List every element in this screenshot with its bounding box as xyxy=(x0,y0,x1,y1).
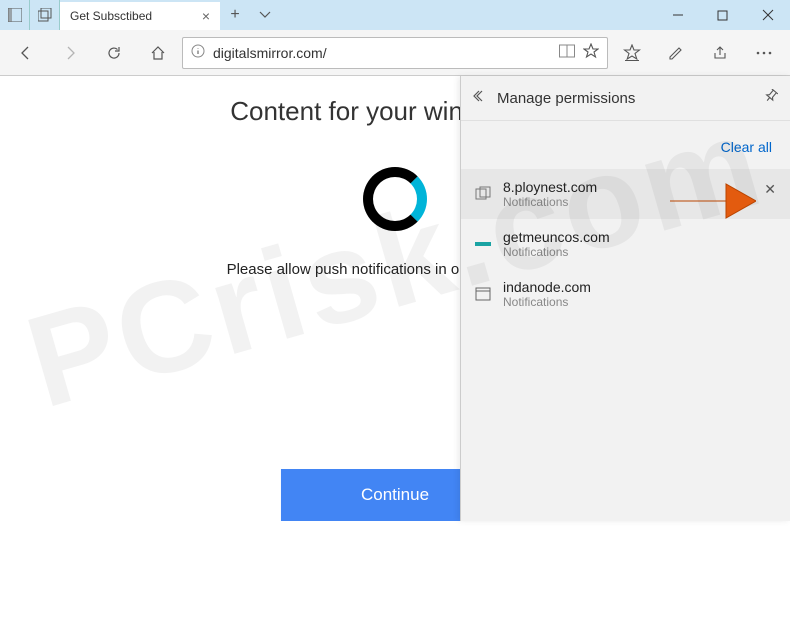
permission-sub: Notifications xyxy=(503,245,610,259)
permission-text-wrap: getmeuncos.com Notifications xyxy=(503,229,610,259)
panel-back-icon[interactable] xyxy=(473,89,487,107)
permission-text-wrap: 8.ploynest.com Notifications xyxy=(503,179,597,209)
permission-sub: Notifications xyxy=(503,195,597,209)
annotation-arrow-icon xyxy=(670,174,756,228)
favorites-icon[interactable] xyxy=(612,35,652,71)
refresh-button[interactable] xyxy=(94,35,134,71)
forward-button[interactable] xyxy=(50,35,90,71)
browser-tab[interactable]: Get Subsctibed × xyxy=(60,2,220,30)
favorite-star-icon[interactable] xyxy=(583,43,599,62)
site-icon xyxy=(473,184,493,204)
permissions-panel: Manage permissions Clear all 8.ploynest.… xyxy=(460,76,790,521)
clear-all-link[interactable]: Clear all xyxy=(721,139,772,155)
permission-domain: getmeuncos.com xyxy=(503,229,610,245)
address-bar[interactable]: digitalsmirror.com/ xyxy=(182,37,608,69)
window-titlebar: Get Subsctibed × + xyxy=(0,0,790,30)
close-window-button[interactable] xyxy=(745,0,790,30)
site-icon xyxy=(473,234,493,254)
panel-title: Manage permissions xyxy=(497,90,635,107)
permission-text-wrap: indanode.com Notifications xyxy=(503,279,591,309)
loading-spinner-icon xyxy=(363,167,427,231)
remove-permission-icon[interactable]: ✕ xyxy=(764,181,776,198)
show-tabs-icon[interactable] xyxy=(30,0,60,30)
window-controls xyxy=(655,0,790,30)
site-info-icon[interactable] xyxy=(191,44,205,61)
minimize-button[interactable] xyxy=(655,0,700,30)
share-icon[interactable] xyxy=(700,35,740,71)
notes-icon[interactable] xyxy=(656,35,696,71)
browser-toolbar: digitalsmirror.com/ xyxy=(0,30,790,76)
reading-view-icon[interactable] xyxy=(559,44,575,61)
maximize-button[interactable] xyxy=(700,0,745,30)
permission-item[interactable]: indanode.com Notifications xyxy=(461,269,790,319)
site-icon xyxy=(473,284,493,304)
panel-actions: Clear all xyxy=(461,121,790,169)
more-icon[interactable] xyxy=(744,35,784,71)
tab-title: Get Subsctibed xyxy=(70,9,152,23)
new-tab-button[interactable]: + xyxy=(220,0,250,30)
titlebar-left xyxy=(0,0,60,30)
close-tab-icon[interactable]: × xyxy=(202,8,210,24)
pin-icon[interactable] xyxy=(764,89,778,107)
panel-header: Manage permissions xyxy=(461,76,790,121)
url-text: digitalsmirror.com/ xyxy=(213,45,551,61)
permission-sub: Notifications xyxy=(503,295,591,309)
home-button[interactable] xyxy=(138,35,178,71)
tab-actions-icon[interactable] xyxy=(250,0,280,30)
back-button[interactable] xyxy=(6,35,46,71)
permission-domain: indanode.com xyxy=(503,279,591,295)
set-aside-tabs-icon[interactable] xyxy=(0,0,30,30)
permission-domain: 8.ploynest.com xyxy=(503,179,597,195)
